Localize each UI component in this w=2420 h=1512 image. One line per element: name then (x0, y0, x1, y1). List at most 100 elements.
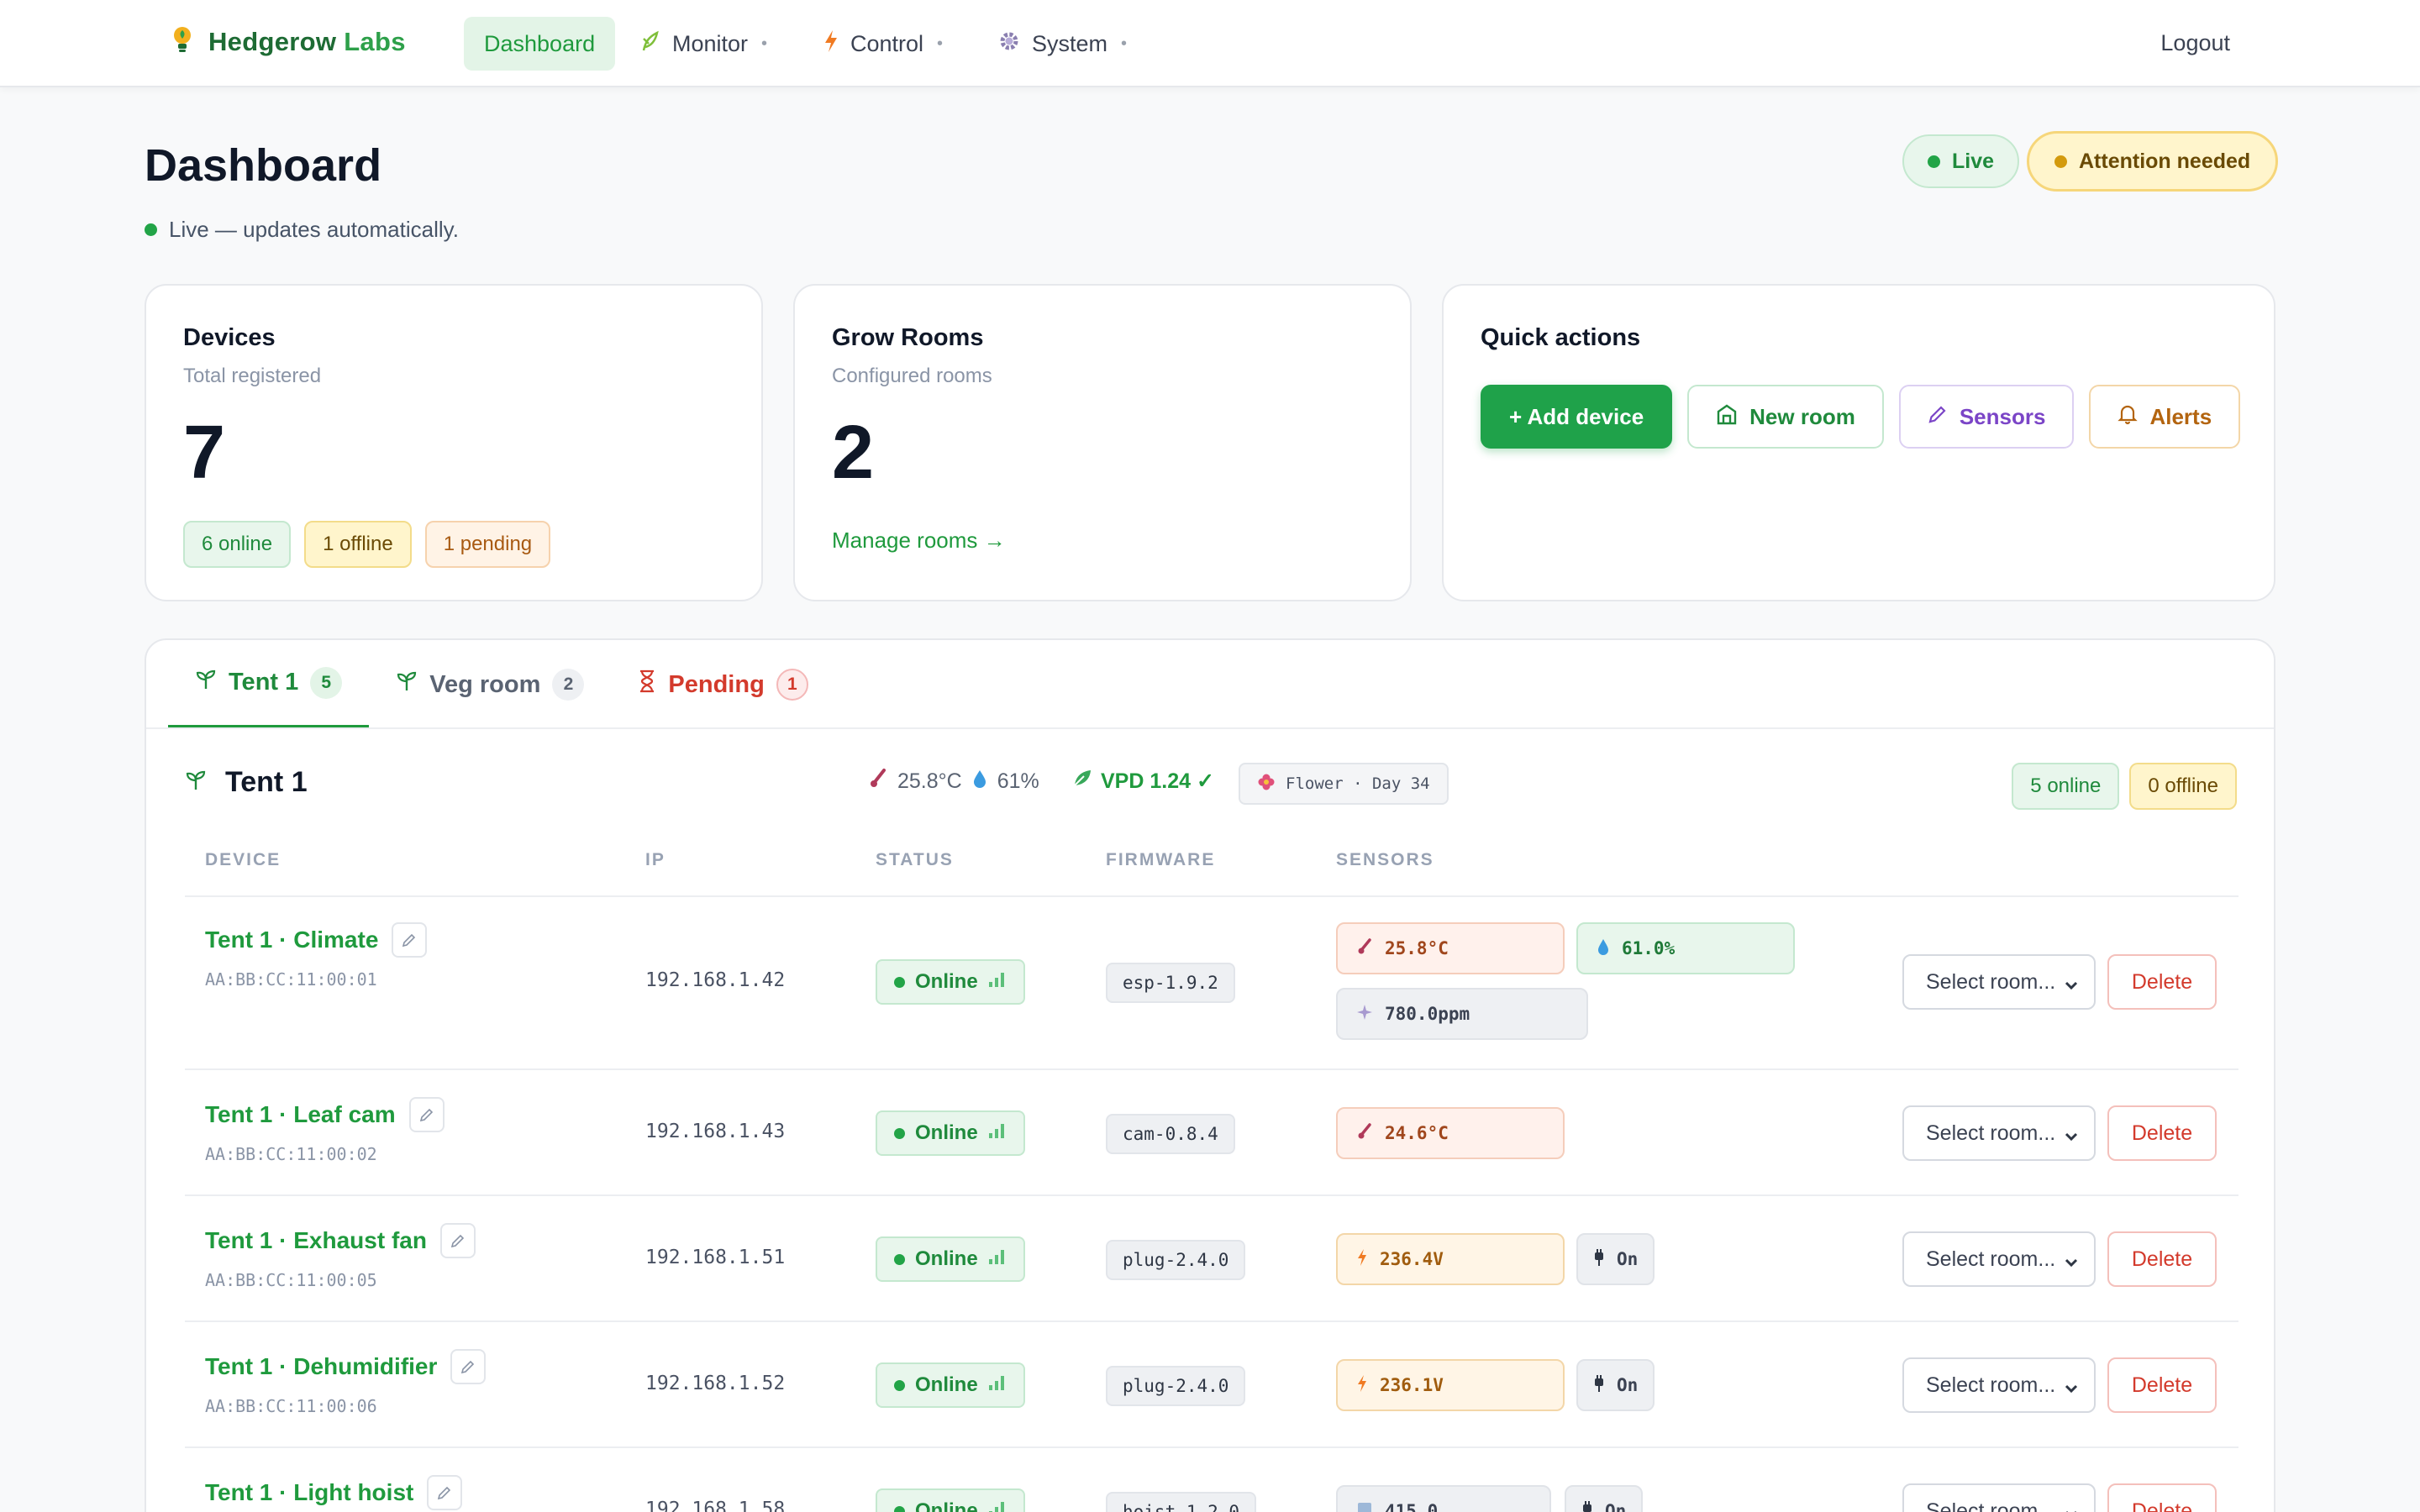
temperature-sensor-chip: 24.6°C (1336, 1107, 1565, 1159)
tab-tent-1-label: Tent 1 (229, 669, 299, 696)
device-ip: 192.168.1.52 (645, 1373, 786, 1394)
room-select[interactable]: Select room... (1902, 1357, 2096, 1413)
edit-pencil-icon[interactable] (450, 1349, 487, 1384)
nav-control[interactable]: Control • (803, 17, 963, 71)
chevron-down-icon (2064, 1504, 2079, 1512)
row-divider (185, 1320, 2238, 1322)
room-select[interactable]: Select room... (1902, 1231, 2096, 1287)
brand-logo[interactable]: Hedgerow Labs (171, 25, 406, 58)
device-ip: 192.168.1.43 (645, 1121, 786, 1142)
device-name-link[interactable]: Tent 1 · Light hoist (205, 1475, 463, 1510)
device-name-link[interactable]: Tent 1 · Leaf cam (205, 1097, 445, 1132)
thermometer-icon (1356, 937, 1373, 960)
table-divider (185, 895, 2238, 897)
sensor-value: On (1605, 1501, 1627, 1512)
room-select[interactable]: Select room... (1902, 954, 2096, 1010)
hourglass-icon (638, 669, 656, 700)
devices-card-subtitle: Total registered (183, 365, 322, 387)
device-mac: AA:BB:CC:11:00:05 (205, 1270, 377, 1290)
room-offline-badge: 0 offline (2129, 763, 2237, 810)
sensor-value: 780.0ppm (1385, 1004, 1470, 1024)
room-temperature: 25.8°C (897, 769, 962, 793)
sprout-icon (396, 670, 418, 699)
room-select[interactable]: Select room... (1902, 1483, 2096, 1512)
room-select-value: Select room... (1926, 1499, 2056, 1512)
manage-rooms-link[interactable]: Manage rooms → (832, 528, 1006, 554)
delete-button[interactable]: Delete (2107, 954, 2217, 1010)
vpd-value: VPD 1.24 ✓ (1101, 769, 1214, 793)
delete-button[interactable]: Delete (2107, 1357, 2217, 1413)
chevron-down-icon (2064, 1126, 2079, 1150)
tab-veg-room[interactable]: Veg room 2 (369, 640, 611, 729)
delete-button[interactable]: Delete (2107, 1483, 2217, 1512)
nav-system[interactable]: System • (978, 17, 1147, 71)
device-name-link[interactable]: Tent 1 · Exhaust fan (205, 1223, 476, 1258)
tab-count-badge: 1 (776, 669, 808, 701)
live-status-text: Live — updates automatically. (169, 217, 459, 242)
nav-dashboard[interactable]: Dashboard (464, 17, 616, 71)
power-state-chip: On (1576, 1233, 1655, 1285)
temperature-sensor-chip: 25.8°C (1336, 922, 1565, 974)
room-online-badge: 5 online (2012, 763, 2120, 810)
alerts-button[interactable]: Alerts (2089, 385, 2241, 449)
device-mac: AA:BB:CC:11:00:06 (205, 1396, 377, 1416)
pending-badge: 1 pending (424, 521, 551, 568)
sensor-value: On (1617, 1375, 1639, 1395)
sensor-value: 415.0 (1385, 1501, 1439, 1512)
sensor-value: On (1617, 1249, 1639, 1269)
device-mac: AA:BB:CC:11:00:02 (205, 1144, 377, 1164)
thermometer-icon (869, 768, 887, 795)
attention-needed-pill[interactable]: Attention needed (2027, 131, 2279, 192)
lightbulb-icon (171, 25, 193, 58)
device-ip: 192.168.1.42 (645, 969, 786, 991)
nav-control-label: Control (850, 30, 924, 56)
tab-pending[interactable]: Pending 1 (611, 640, 834, 729)
device-name-link[interactable]: Tent 1 · Climate (205, 922, 428, 958)
edit-pencil-icon[interactable] (427, 1475, 463, 1510)
rooms-card-subtitle: Configured rooms (832, 365, 992, 387)
rooms-card-title: Grow Rooms (832, 324, 984, 351)
tab-tent-1[interactable]: Tent 1 5 (168, 640, 370, 729)
plug-icon (1581, 1500, 1593, 1512)
sensors-label: Sensors (1959, 403, 2046, 429)
add-device-button[interactable]: + Add device (1481, 385, 1673, 449)
edit-pencil-icon[interactable] (392, 922, 428, 958)
grow-rooms-card: Grow Rooms Configured rooms 2 Manage roo… (793, 284, 1412, 601)
status-badge: Online (876, 959, 1025, 1005)
growth-stage-text: Flower · Day 34 (1286, 774, 1430, 793)
device-name: Tent 1 · Exhaust fan (205, 1227, 427, 1253)
quick-actions-title: Quick actions (1481, 324, 1641, 351)
delete-button[interactable]: Delete (2107, 1231, 2217, 1287)
thermometer-icon (1356, 1122, 1373, 1145)
new-room-button[interactable]: New room (1687, 385, 1884, 449)
bolt-icon (1356, 1374, 1368, 1397)
bell-icon (2118, 403, 2139, 431)
device-name-link[interactable]: Tent 1 · Dehumidifier (205, 1349, 487, 1384)
row-divider (185, 1446, 2238, 1448)
online-dot-icon (894, 1505, 905, 1512)
tab-pending-label: Pending (668, 670, 765, 698)
sensors-button[interactable]: Sensors (1898, 385, 2075, 449)
room-select[interactable]: Select room... (1902, 1105, 2096, 1161)
room-select-value: Select room... (1926, 1247, 2056, 1271)
sensor-value: 236.1V (1380, 1375, 1444, 1395)
room-header: Tent 1 (185, 766, 308, 799)
edit-pencil-icon[interactable] (408, 1097, 445, 1132)
logout-link[interactable]: Logout (2160, 30, 2230, 56)
status-text: Online (915, 1373, 978, 1396)
sensor-value: 25.8°C (1385, 938, 1449, 958)
power-state-chip: On (1576, 1359, 1655, 1411)
live-pill-label: Live (1952, 149, 1995, 173)
edit-pencil-icon[interactable] (439, 1223, 476, 1258)
nav-monitor[interactable]: Monitor • (620, 17, 787, 71)
growth-stage-badge: Flower · Day 34 (1239, 763, 1449, 805)
signal-bars-icon (988, 1499, 1007, 1512)
ruler-icon (1356, 1501, 1373, 1512)
online-dot-icon (894, 1253, 905, 1265)
tab-count-badge: 2 (552, 669, 585, 701)
column-header-sensors: SENSORS (1336, 850, 1434, 869)
gear-icon (998, 30, 1020, 58)
delete-button[interactable]: Delete (2107, 1105, 2217, 1161)
online-badge: 6 online (183, 521, 292, 568)
dropdown-caret-icon: • (761, 34, 768, 53)
